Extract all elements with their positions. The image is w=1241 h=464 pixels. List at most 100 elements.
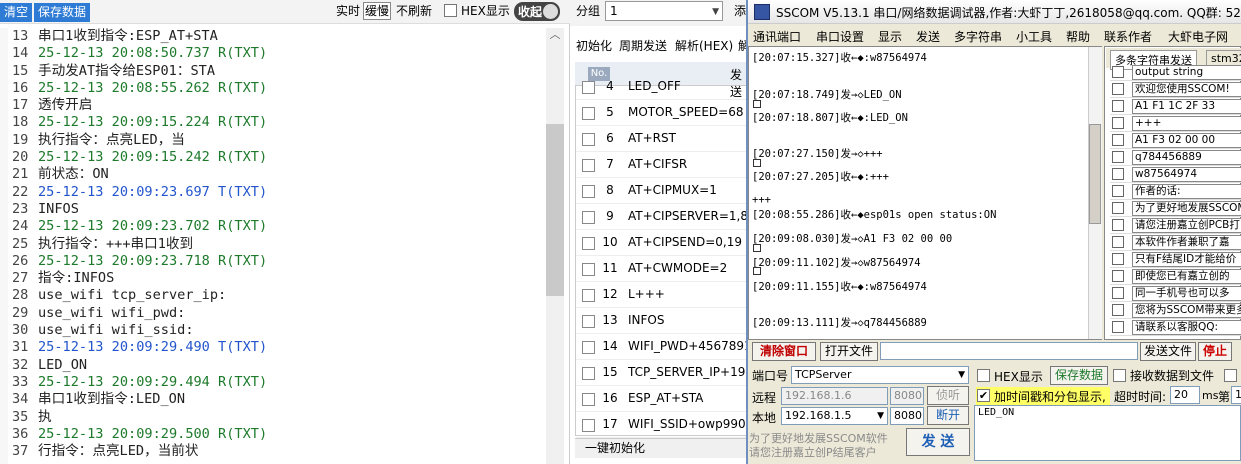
command-text[interactable]: AT+CIFSR — [628, 157, 687, 171]
command-text[interactable]: L+++ — [628, 287, 665, 301]
open-file-button[interactable]: 打开文件 — [820, 342, 878, 361]
menu-item[interactable]: 联系作者 — [1104, 28, 1152, 45]
hex-show-checkbox[interactable] — [977, 369, 990, 382]
command-checkbox[interactable] — [582, 315, 595, 328]
command-checkbox[interactable] — [582, 133, 595, 146]
command-text[interactable]: TCP_SERVER_IP+192 — [628, 365, 753, 379]
multi-string-checkbox[interactable] — [1112, 202, 1124, 214]
receive-area[interactable]: [20:07:15.327]收←◆:w87564974 [20:07:18.749… — [748, 46, 1102, 340]
send-button[interactable]: 发 送 — [906, 428, 970, 456]
command-checkbox[interactable] — [582, 185, 595, 198]
menu-item[interactable]: 帮助 — [1066, 28, 1090, 45]
command-row[interactable]: 9 AT+CIPSERVER=1,80 — [576, 204, 756, 230]
multi-string-checkbox[interactable] — [1112, 321, 1124, 333]
multi-string-checkbox[interactable] — [1112, 134, 1124, 146]
multi-string-value[interactable]: 即使您已有嘉立创的 — [1132, 269, 1241, 284]
listen-button[interactable]: 侦听 — [927, 386, 969, 405]
timeout-field[interactable]: 20 — [1170, 386, 1200, 404]
command-checkbox[interactable] — [582, 367, 595, 380]
multi-string-checkbox[interactable] — [1112, 83, 1124, 95]
multi-string-checkbox[interactable] — [1112, 100, 1124, 112]
log-scrollbar-thumb[interactable] — [546, 124, 564, 296]
multi-string-value[interactable]: 只有F结尾ID才能给价 — [1132, 252, 1241, 267]
command-checkbox[interactable] — [582, 81, 595, 94]
multi-string-value[interactable]: w87564974 — [1132, 167, 1241, 182]
local-port-field[interactable]: 8080 — [890, 407, 924, 425]
command-row[interactable]: 5 MOTOR_SPEED=68 — [576, 100, 750, 126]
disconnect-button[interactable]: 断开 — [927, 406, 969, 425]
command-text[interactable]: INFOS — [628, 313, 664, 327]
realtime-option[interactable]: 实时 — [336, 2, 360, 20]
multi-string-checkbox[interactable] — [1112, 270, 1124, 282]
multi-string-checkbox[interactable] — [1112, 151, 1124, 163]
extra-checkbox[interactable] — [1224, 369, 1237, 382]
command-row[interactable]: 17 WIFI_SSID+owp990p — [576, 412, 753, 438]
multi-string-checkbox[interactable] — [1112, 219, 1124, 231]
tab-1[interactable]: 周期发送 — [619, 37, 667, 54]
receive-scrollbar-thumb[interactable] — [1089, 124, 1101, 224]
menu-item[interactable]: 发送 — [916, 28, 940, 45]
command-row[interactable]: 12 L+++ — [576, 282, 750, 308]
command-checkbox[interactable] — [582, 237, 595, 250]
add-label[interactable]: 添 — [734, 2, 746, 20]
multi-string-checkbox[interactable] — [1112, 253, 1124, 265]
clear-button[interactable]: 清空 — [0, 3, 33, 22]
command-row[interactable]: 4 LED_OFF — [576, 74, 750, 100]
multi-string-value[interactable]: output string — [1132, 65, 1241, 80]
init-all-button[interactable]: 一键初始化 — [575, 438, 750, 458]
multi-string-value[interactable]: 请您注册嘉立创PCB打 — [1132, 218, 1241, 233]
send-text-area[interactable]: LED_ON — [974, 405, 1241, 461]
multi-string-checkbox[interactable] — [1112, 287, 1124, 299]
command-text[interactable]: AT+RST — [628, 131, 676, 145]
save-data-button[interactable]: 保存数据 — [34, 3, 91, 22]
command-text[interactable]: AT+CIPSEND=0,19 — [628, 235, 742, 249]
multi-string-value[interactable]: A1 F3 02 00 00 — [1132, 133, 1241, 148]
multi-string-value[interactable]: 欢迎您使用SSCOM! — [1132, 82, 1241, 97]
multi-string-value[interactable]: q784456889 — [1132, 150, 1241, 165]
page-field[interactable]: 1 — [1231, 386, 1241, 404]
no-refresh-option[interactable]: 不刷新 — [396, 2, 432, 20]
command-row[interactable]: 7 AT+CIFSR — [576, 152, 750, 178]
command-row[interactable]: 15 TCP_SERVER_IP+192 — [576, 360, 753, 386]
multi-string-value[interactable]: 请联系以客服QQ: — [1132, 320, 1241, 335]
command-row[interactable]: 6 AT+RST — [576, 126, 750, 152]
command-checkbox[interactable] — [582, 159, 595, 172]
multi-string-value[interactable]: 作者的话: — [1132, 184, 1241, 199]
multi-string-checkbox[interactable] — [1112, 236, 1124, 248]
multi-string-value[interactable]: A1 F1 1C 2F 33 — [1132, 99, 1241, 114]
command-row[interactable]: 14 WIFI_PWD+4567891 — [576, 334, 752, 360]
command-text[interactable]: AT+CIPSERVER=1,80 — [628, 209, 756, 223]
menu-item[interactable]: 多字符串 — [954, 28, 1002, 45]
multi-string-value[interactable]: +++ — [1132, 116, 1241, 131]
command-row[interactable]: 8 AT+CIPMUX=1 — [576, 178, 750, 204]
command-text[interactable]: WIFI_PWD+4567891 — [628, 339, 752, 353]
multi-string-value[interactable]: 本软件作者兼职了嘉 — [1132, 235, 1241, 250]
menu-item[interactable]: 大虾电子网 — [1168, 28, 1228, 45]
command-text[interactable]: WIFI_SSID+owp990p — [628, 417, 753, 431]
clear-window-button[interactable]: 清除窗口 — [752, 342, 816, 361]
local-ip-select[interactable]: 192.168.1.5 ▼ — [781, 407, 888, 425]
send-file-button[interactable]: 发送文件 — [1140, 342, 1196, 361]
multi-string-checkbox[interactable] — [1112, 185, 1124, 197]
timestamp-checkbox[interactable]: ✔ — [977, 389, 990, 402]
save-data-button-sscom[interactable]: 保存数据 — [1050, 366, 1108, 385]
command-checkbox[interactable] — [582, 341, 595, 354]
multi-string-checkbox[interactable] — [1112, 117, 1124, 129]
command-text[interactable]: MOTOR_SPEED=68 — [628, 105, 744, 119]
group-select[interactable]: 1 ▼ — [605, 1, 723, 21]
command-row[interactable]: 10 AT+CIPSEND=0,19 — [576, 230, 750, 256]
command-checkbox[interactable] — [582, 211, 595, 224]
command-checkbox[interactable] — [582, 419, 595, 432]
command-text[interactable]: AT+CWMODE=2 — [628, 261, 727, 275]
command-row[interactable]: 13 INFOS — [576, 308, 750, 334]
command-checkbox[interactable] — [582, 393, 595, 406]
remote-ip-field[interactable]: 192.168.1.6 — [781, 387, 888, 405]
multi-string-checkbox[interactable] — [1112, 168, 1124, 180]
multi-string-checkbox[interactable] — [1112, 304, 1124, 316]
menu-item[interactable]: 串口设置 — [816, 28, 864, 45]
command-text[interactable]: ESP_AT+STA — [628, 391, 703, 405]
menu-item[interactable]: 小工具 — [1016, 28, 1052, 45]
multi-string-value[interactable]: 您将为SSCOM带来更多 — [1132, 303, 1241, 318]
port-select[interactable]: TCPServer ▼ — [791, 366, 969, 384]
recv-to-file-checkbox[interactable] — [1113, 369, 1126, 382]
